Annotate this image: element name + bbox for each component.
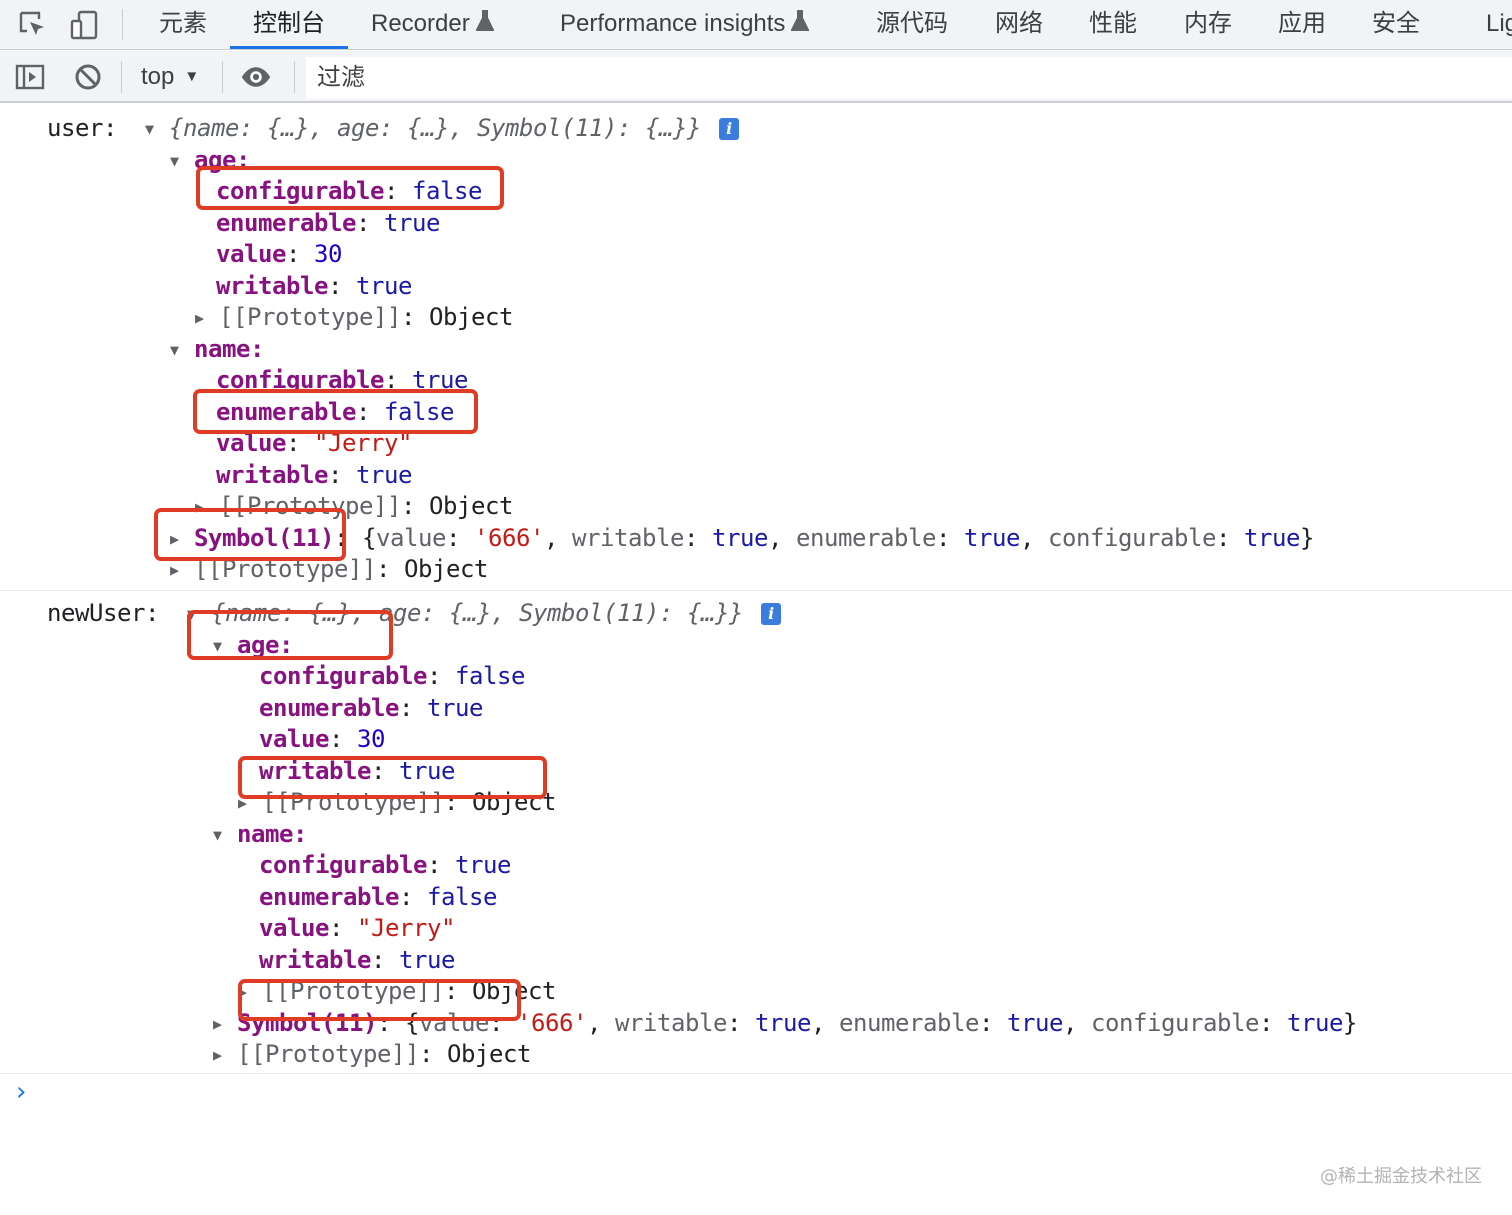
object-summary: {name: {…}, age: {…}, Symbol(11): {…}} xyxy=(211,599,743,627)
clear-console-icon[interactable] xyxy=(72,61,104,93)
watermark: @稀土掘金技术社区 xyxy=(1320,1166,1482,1187)
filter-input[interactable] xyxy=(306,57,1512,99)
expand-triangle-icon[interactable]: ▶ xyxy=(170,523,194,555)
tree-node-symbol[interactable]: ▶ Symbol(11): {value: '666', writable: tr… xyxy=(213,1007,1357,1039)
tree-node-name-prototype[interactable]: ▶ [[Prototype]]: Object xyxy=(195,490,513,522)
tab-sources[interactable]: 源代码 xyxy=(853,0,971,49)
flask-icon xyxy=(791,9,810,31)
tab-recorder[interactable]: Recorder xyxy=(348,0,517,49)
prop-name-enumerable: enumerable: false xyxy=(259,883,497,911)
tab-application[interactable]: 应用 xyxy=(1255,0,1349,49)
console-toolbar: top ▼ xyxy=(0,51,1512,103)
info-icon[interactable]: i xyxy=(718,118,739,140)
expand-triangle-icon[interactable]: ▶ xyxy=(213,1008,237,1040)
sidebar-toggle-icon[interactable] xyxy=(14,61,46,93)
log-line-newuser-summary[interactable]: newUser: ▼ {name: {…}, age: {…}, Symbol(1… xyxy=(47,597,781,629)
prop-age-writable: writable: true xyxy=(216,272,412,300)
tab-memory[interactable]: 内存 xyxy=(1161,0,1255,49)
tab-elements[interactable]: 元素 xyxy=(136,0,230,49)
tree-node-age[interactable]: ▼ age: xyxy=(213,629,293,661)
collapse-triangle-icon[interactable]: ▼ xyxy=(170,334,194,366)
tab-performance[interactable]: 性能 xyxy=(1066,0,1160,49)
console-message-user: user: ▼ {name: {…}, age: {…}, Symbol(11):… xyxy=(0,104,1512,591)
prop-name-value: value: "Jerry" xyxy=(216,429,412,457)
context-selector-value: top xyxy=(141,63,175,90)
collapse-triangle-icon[interactable]: ▼ xyxy=(170,145,194,177)
log-label: user: xyxy=(47,114,117,142)
prop-age-writable: writable: true xyxy=(259,757,455,785)
caret-down-icon: ▼ xyxy=(184,68,200,85)
prop-age-value: value: 30 xyxy=(216,240,342,268)
tree-node-prototype[interactable]: ▶ [[Prototype]]: Object xyxy=(213,1038,531,1070)
tab-security[interactable]: 安全 xyxy=(1349,0,1443,49)
collapse-triangle-icon[interactable]: ▼ xyxy=(145,113,169,145)
tree-node-symbol[interactable]: ▶ Symbol(11): {value: '666', writable: tr… xyxy=(170,522,1314,554)
tree-node-prototype[interactable]: ▶ [[Prototype]]: Object xyxy=(170,553,488,585)
tree-node-age-prototype[interactable]: ▶ [[Prototype]]: Object xyxy=(238,786,556,818)
tab-network[interactable]: 网络 xyxy=(972,0,1066,49)
inspect-element-icon[interactable] xyxy=(17,9,49,41)
tab-recorder-label: Recorder xyxy=(371,10,470,37)
prop-name-value: value: "Jerry" xyxy=(259,914,455,942)
tab-performance-insights-label: Performance insights xyxy=(560,10,786,37)
expand-triangle-icon[interactable]: ▶ xyxy=(238,787,262,819)
tree-node-age[interactable]: ▼ age: xyxy=(170,144,250,176)
collapse-triangle-icon[interactable]: ▼ xyxy=(187,598,211,630)
property-key: age: xyxy=(237,631,293,659)
toolbar-divider xyxy=(294,61,295,93)
toolbar-divider xyxy=(222,61,223,93)
eye-icon[interactable] xyxy=(240,61,272,93)
object-summary: {name: {…}, age: {…}, Symbol(11): {…}} xyxy=(169,114,701,142)
property-key: age: xyxy=(194,146,250,174)
prop-age-value: value: 30 xyxy=(259,725,385,753)
log-line-user-summary[interactable]: user: ▼ {name: {…}, age: {…}, Symbol(11):… xyxy=(47,112,739,144)
tree-node-name-prototype[interactable]: ▶ [[Prototype]]: Object xyxy=(238,975,556,1007)
devtools-tab-bar: 元素 控制台 Recorder Performance insights 源代码… xyxy=(0,0,1512,50)
prop-name-configurable: configurable: true xyxy=(259,851,511,879)
collapse-triangle-icon[interactable]: ▼ xyxy=(213,630,237,662)
prop-age-configurable: configurable: false xyxy=(216,177,482,205)
console-message-newuser: newUser: ▼ {name: {…}, age: {…}, Symbol(1… xyxy=(0,590,1512,1074)
toolbar-divider xyxy=(122,9,123,40)
expand-triangle-icon[interactable]: ▶ xyxy=(213,1039,237,1071)
prop-name-writable: writable: true xyxy=(216,461,412,489)
property-key: name: xyxy=(194,335,264,363)
tree-node-name[interactable]: ▼ name: xyxy=(170,333,264,365)
expand-triangle-icon[interactable]: ▶ xyxy=(195,302,219,334)
info-icon[interactable]: i xyxy=(760,603,781,625)
collapse-triangle-icon[interactable]: ▼ xyxy=(213,819,237,851)
prop-age-enumerable: enumerable: true xyxy=(259,694,483,722)
prop-name-writable: writable: true xyxy=(259,946,455,974)
prompt-chevron-icon[interactable]: › xyxy=(16,1078,26,1106)
prop-age-enumerable: enumerable: true xyxy=(216,209,440,237)
prop-age-configurable: configurable: false xyxy=(259,662,525,690)
tab-lighthouse[interactable]: Lig xyxy=(1463,0,1512,49)
prop-name-enumerable: enumerable: false xyxy=(216,398,454,426)
flask-icon xyxy=(475,9,494,31)
expand-triangle-icon[interactable]: ▶ xyxy=(195,491,219,523)
tab-performance-insights[interactable]: Performance insights xyxy=(537,0,832,49)
tab-console[interactable]: 控制台 xyxy=(230,0,348,49)
expand-triangle-icon[interactable]: ▶ xyxy=(238,976,262,1008)
tree-node-age-prototype[interactable]: ▶ [[Prototype]]: Object xyxy=(195,301,513,333)
toolbar-divider xyxy=(121,61,122,93)
tree-node-name[interactable]: ▼ name: xyxy=(213,818,307,850)
expand-triangle-icon[interactable]: ▶ xyxy=(170,554,194,586)
device-toolbar-icon[interactable] xyxy=(68,9,100,41)
log-label: newUser: xyxy=(47,599,159,627)
context-selector[interactable]: top ▼ xyxy=(127,59,199,95)
prop-name-configurable: configurable: true xyxy=(216,366,468,394)
property-key: name: xyxy=(237,820,307,848)
